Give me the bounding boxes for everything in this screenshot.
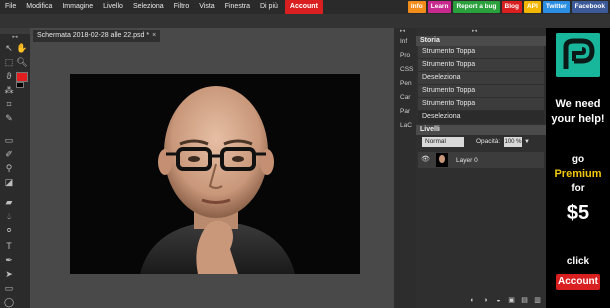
api-link[interactable]: API: [523, 1, 541, 13]
history-item[interactable]: Strumento Toppa: [418, 85, 544, 97]
layer-name: Layer 0: [456, 157, 478, 164]
pen-tool-icon[interactable]: ✒: [3, 254, 15, 266]
learn-link[interactable]: Learn: [427, 1, 452, 13]
opacity-dropdown-icon[interactable]: ▼: [524, 137, 530, 147]
ad-account-button[interactable]: Account: [556, 274, 600, 290]
ad-price: $5: [566, 202, 590, 224]
layer-options: Normal Opacità: 100 % ▼: [416, 137, 546, 149]
menu-di-piu[interactable]: Di più: [255, 0, 283, 14]
lasso-tool-icon[interactable]: ϑ: [3, 70, 15, 82]
toolbox-grip[interactable]: ▸◂: [0, 34, 30, 40]
portrait-image: [70, 74, 360, 274]
history-item[interactable]: Deseleziona: [418, 72, 544, 84]
account-button[interactable]: Account: [284, 0, 323, 14]
new-group-icon[interactable]: ▣: [507, 296, 516, 305]
layer-actions: ◐ ◑ ◒ ▣ ▤ ▥: [416, 292, 546, 308]
ad-line-1: We need: [555, 98, 601, 110]
blend-mode-select[interactable]: Normal: [422, 137, 464, 147]
layer-effects-icon[interactable]: ◑: [481, 296, 490, 305]
history-item[interactable]: Strumento Toppa: [418, 46, 544, 58]
image-canvas[interactable]: [70, 74, 360, 274]
move-tool-icon[interactable]: ↖: [3, 42, 15, 54]
healing-tool-icon[interactable]: ▭: [3, 134, 15, 146]
panel-icon-strip: ▸◂ Inf Pro CSS Pen Car Par LaC: [394, 28, 416, 308]
ad-line-5: for: [571, 183, 585, 194]
layer-thumbnail: [436, 153, 448, 167]
blog-link[interactable]: Blog: [501, 1, 522, 13]
close-icon[interactable]: ×: [152, 32, 156, 39]
zoom-tool-icon[interactable]: 🔍︎: [16, 56, 28, 68]
brush-tool-icon[interactable]: ✐: [3, 148, 15, 160]
delete-layer-icon[interactable]: ▥: [533, 296, 542, 305]
background-color-swatch[interactable]: [16, 82, 24, 88]
crop-tool-icon[interactable]: ⌗: [3, 98, 15, 110]
ad-premium: Premium: [554, 168, 602, 180]
menu-finestra[interactable]: Finestra: [220, 0, 255, 14]
facebook-link[interactable]: Facebook: [571, 1, 608, 13]
panels-collapse-icon[interactable]: ▸◂: [472, 28, 477, 34]
dodge-tool-icon[interactable]: ⚪︎: [3, 224, 15, 236]
history-item-active[interactable]: Deseleziona: [418, 111, 544, 123]
opacity-label: Opacità:: [476, 138, 501, 145]
gradient-tool-icon[interactable]: ▰: [3, 196, 15, 208]
menubar: File Modifica Immagine Livello Seleziona…: [0, 0, 610, 14]
adjustment-layer-icon[interactable]: ◒: [494, 296, 503, 305]
menu-file[interactable]: File: [0, 0, 21, 14]
opacity-field[interactable]: 100 %: [504, 137, 522, 147]
options-bar: [0, 14, 610, 28]
shape-tool-icon[interactable]: ▭: [3, 282, 15, 294]
ad-line-6: click: [566, 256, 590, 267]
strip-collapse-icon[interactable]: ▸◂: [400, 28, 405, 34]
info-link[interactable]: Info: [407, 1, 426, 13]
photopea-logo: [556, 33, 600, 77]
visibility-eye-icon[interactable]: 👁︎: [421, 155, 431, 165]
history-item[interactable]: Strumento Toppa: [418, 98, 544, 110]
path-select-tool-icon[interactable]: ➤: [3, 268, 15, 280]
history-panel-title[interactable]: Storia: [416, 36, 546, 46]
document-tab-title: Schermata 2018-02-28 alle 22.psd *: [37, 32, 150, 39]
eraser-tool-icon[interactable]: ◪: [3, 176, 15, 188]
panel-car[interactable]: Car: [394, 92, 416, 104]
layers-panel-title[interactable]: Livelli: [416, 125, 546, 135]
right-panels: ▸◂ Storia Strumento Toppa Strumento Topp…: [416, 28, 546, 308]
menu-seleziona[interactable]: Seleziona: [128, 0, 169, 14]
menu-right-links: Info Learn Report a bug Blog API Twitter…: [407, 0, 608, 14]
magic-wand-icon[interactable]: ⁂: [3, 84, 15, 96]
history-item[interactable]: Strumento Toppa: [418, 59, 544, 71]
panel-pro[interactable]: Pro: [394, 50, 416, 62]
document-tab[interactable]: Schermata 2018-02-28 alle 22.psd * ×: [33, 30, 161, 42]
menu-immagine[interactable]: Immagine: [57, 0, 98, 14]
hand-tool-icon[interactable]: ✋: [16, 42, 28, 54]
ad-line-2: your help!: [551, 113, 605, 125]
text-tool-icon[interactable]: T: [3, 240, 15, 252]
layer-row[interactable]: 👁︎ Layer 0: [418, 152, 544, 168]
clone-tool-icon[interactable]: ⚲: [3, 162, 15, 174]
menu-vista[interactable]: Vista: [194, 0, 219, 14]
menu-livello[interactable]: Livello: [98, 0, 128, 14]
eyedropper-tool-icon[interactable]: ✎: [3, 112, 15, 124]
panel-lac[interactable]: LaC: [394, 120, 416, 132]
toolbox: ▸◂ ↖ ✋ ⬚ 🔍︎ ϑ ⁂ ⌗ ✎ ▭ ✐ ⚲ ◪ ▰ 💧︎ ⚪︎ T ✒ …: [0, 34, 30, 308]
panel-inf[interactable]: Inf: [394, 36, 416, 48]
link-layers-icon[interactable]: ◐: [468, 296, 477, 305]
twitter-link[interactable]: Twitter: [542, 1, 570, 13]
panel-css[interactable]: CSS: [394, 64, 416, 76]
marquee-tool-icon[interactable]: ⬚: [3, 56, 15, 68]
menu-filtro[interactable]: Filtro: [169, 0, 195, 14]
zoom-glass-icon[interactable]: ◯: [3, 296, 15, 308]
new-layer-icon[interactable]: ▤: [520, 296, 529, 305]
panel-pen[interactable]: Pen: [394, 78, 416, 90]
foreground-color-swatch[interactable]: [16, 72, 28, 82]
document-area: Schermata 2018-02-28 alle 22.psd * ×: [30, 28, 394, 308]
blur-tool-icon[interactable]: 💧︎: [3, 210, 15, 222]
menu-modifica[interactable]: Modifica: [21, 0, 57, 14]
report-bug-link[interactable]: Report a bug: [453, 1, 500, 13]
ad-line-3: go: [571, 154, 585, 165]
premium-ad: We need your help! go Premium for $5 cli…: [546, 28, 610, 308]
panel-par[interactable]: Par: [394, 106, 416, 118]
photopea-window: File Modifica Immagine Livello Seleziona…: [0, 0, 610, 308]
